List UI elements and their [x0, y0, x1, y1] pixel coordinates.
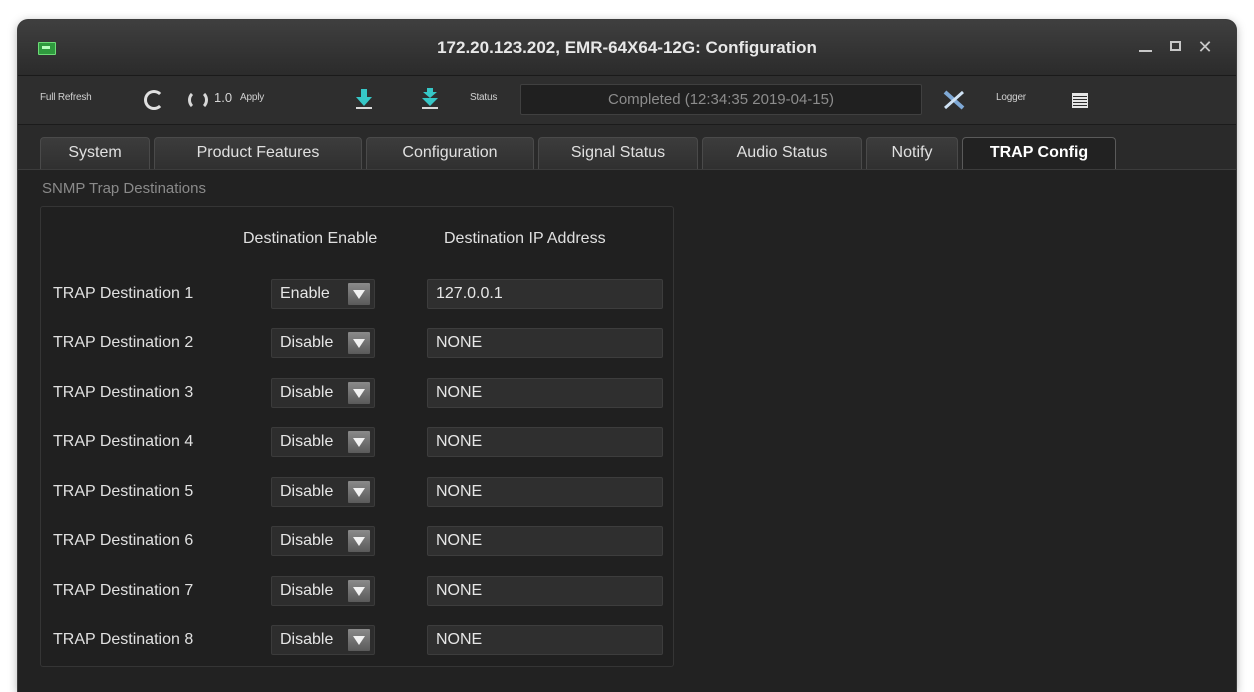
- config-window: 172.20.123.202, EMR-64X64-12G: Configura…: [18, 20, 1236, 692]
- ip-input-4[interactable]: [427, 427, 663, 457]
- chevron-down-icon[interactable]: [348, 283, 370, 305]
- ip-input-7[interactable]: [427, 576, 663, 606]
- row-label: TRAP Destination 4: [53, 433, 194, 450]
- enable-select-2[interactable]: Disable: [271, 328, 375, 358]
- download-icon[interactable]: [354, 88, 374, 110]
- tab-audio-status[interactable]: Audio Status: [702, 137, 862, 169]
- col-header-ip: Destination IP Address: [444, 230, 606, 247]
- chevron-down-icon[interactable]: [348, 580, 370, 602]
- select-value: Disable: [280, 631, 334, 648]
- chevron-down-icon[interactable]: [348, 431, 370, 453]
- enable-select-3[interactable]: Disable: [271, 378, 375, 408]
- col-header-enable: Destination Enable: [243, 230, 378, 247]
- chevron-down-icon[interactable]: [348, 530, 370, 552]
- row-label: TRAP Destination 7: [53, 582, 194, 599]
- tab-product-features[interactable]: Product Features: [154, 137, 362, 169]
- row-label: TRAP Destination 2: [53, 334, 194, 351]
- row-label: TRAP Destination 3: [53, 384, 194, 401]
- apply-label[interactable]: Apply: [240, 92, 264, 103]
- enable-select-7[interactable]: Disable: [271, 576, 375, 606]
- select-value: Disable: [280, 433, 334, 450]
- row-label: TRAP Destination 1: [53, 285, 194, 302]
- chevron-down-icon[interactable]: [348, 481, 370, 503]
- status-label: Status: [470, 92, 498, 103]
- ip-input-5[interactable]: [427, 477, 663, 507]
- trap-config-panel: SNMP Trap Destinations Destination Enabl…: [18, 169, 1236, 692]
- tab-configuration[interactable]: Configuration: [366, 137, 534, 169]
- ip-input-6[interactable]: [427, 526, 663, 556]
- select-value: Disable: [280, 483, 334, 500]
- chevron-down-icon[interactable]: [348, 332, 370, 354]
- tab-trap-config[interactable]: TRAP Config: [962, 137, 1116, 170]
- chevron-down-icon[interactable]: [348, 382, 370, 404]
- tab-signal-status[interactable]: Signal Status: [538, 137, 698, 169]
- ip-input-1[interactable]: [427, 279, 663, 309]
- minimize-icon[interactable]: [1136, 36, 1154, 58]
- tab-bar: System Product Features Configuration Si…: [18, 125, 1236, 170]
- maximize-icon[interactable]: [1166, 36, 1184, 58]
- select-value: Disable: [280, 334, 334, 351]
- ip-input-2[interactable]: [427, 328, 663, 358]
- close-icon[interactable]: ✕: [1196, 36, 1214, 58]
- row-label: TRAP Destination 6: [53, 532, 194, 549]
- logger-icon[interactable]: [1072, 93, 1088, 108]
- tab-system[interactable]: System: [40, 137, 150, 169]
- select-value: Disable: [280, 582, 334, 599]
- sync-icon[interactable]: [188, 90, 208, 110]
- enable-select-8[interactable]: Disable: [271, 625, 375, 655]
- tab-notify[interactable]: Notify: [866, 137, 958, 169]
- status-display: Completed (12:34:35 2019-04-15): [520, 84, 922, 115]
- download-all-icon[interactable]: [420, 88, 440, 110]
- refresh-icon[interactable]: [144, 90, 164, 110]
- chevron-down-icon[interactable]: [348, 629, 370, 651]
- clear-icon[interactable]: [942, 90, 966, 110]
- ip-input-8[interactable]: [427, 625, 663, 655]
- row-label: TRAP Destination 5: [53, 483, 194, 500]
- full-refresh-label: Full Refresh: [40, 92, 92, 103]
- select-value: Disable: [280, 384, 334, 401]
- rate-value: 1.0: [214, 90, 233, 105]
- toolbar: Full Refresh 1.0 Apply Status Completed …: [18, 76, 1236, 125]
- enable-select-1[interactable]: Enable: [271, 279, 375, 309]
- title-bar[interactable]: 172.20.123.202, EMR-64X64-12G: Configura…: [18, 20, 1236, 76]
- snmp-trap-group: Destination Enable Destination IP Addres…: [40, 206, 674, 667]
- window-title: 172.20.123.202, EMR-64X64-12G: Configura…: [437, 38, 817, 57]
- enable-select-5[interactable]: Disable: [271, 477, 375, 507]
- ip-input-3[interactable]: [427, 378, 663, 408]
- row-label: TRAP Destination 8: [53, 631, 194, 648]
- logger-label: Logger: [996, 92, 1026, 103]
- enable-select-4[interactable]: Disable: [271, 427, 375, 457]
- enable-select-6[interactable]: Disable: [271, 526, 375, 556]
- select-value: Disable: [280, 532, 334, 549]
- select-value: Enable: [280, 285, 330, 302]
- window-controls: ✕: [1136, 36, 1214, 58]
- group-title: SNMP Trap Destinations: [42, 180, 206, 197]
